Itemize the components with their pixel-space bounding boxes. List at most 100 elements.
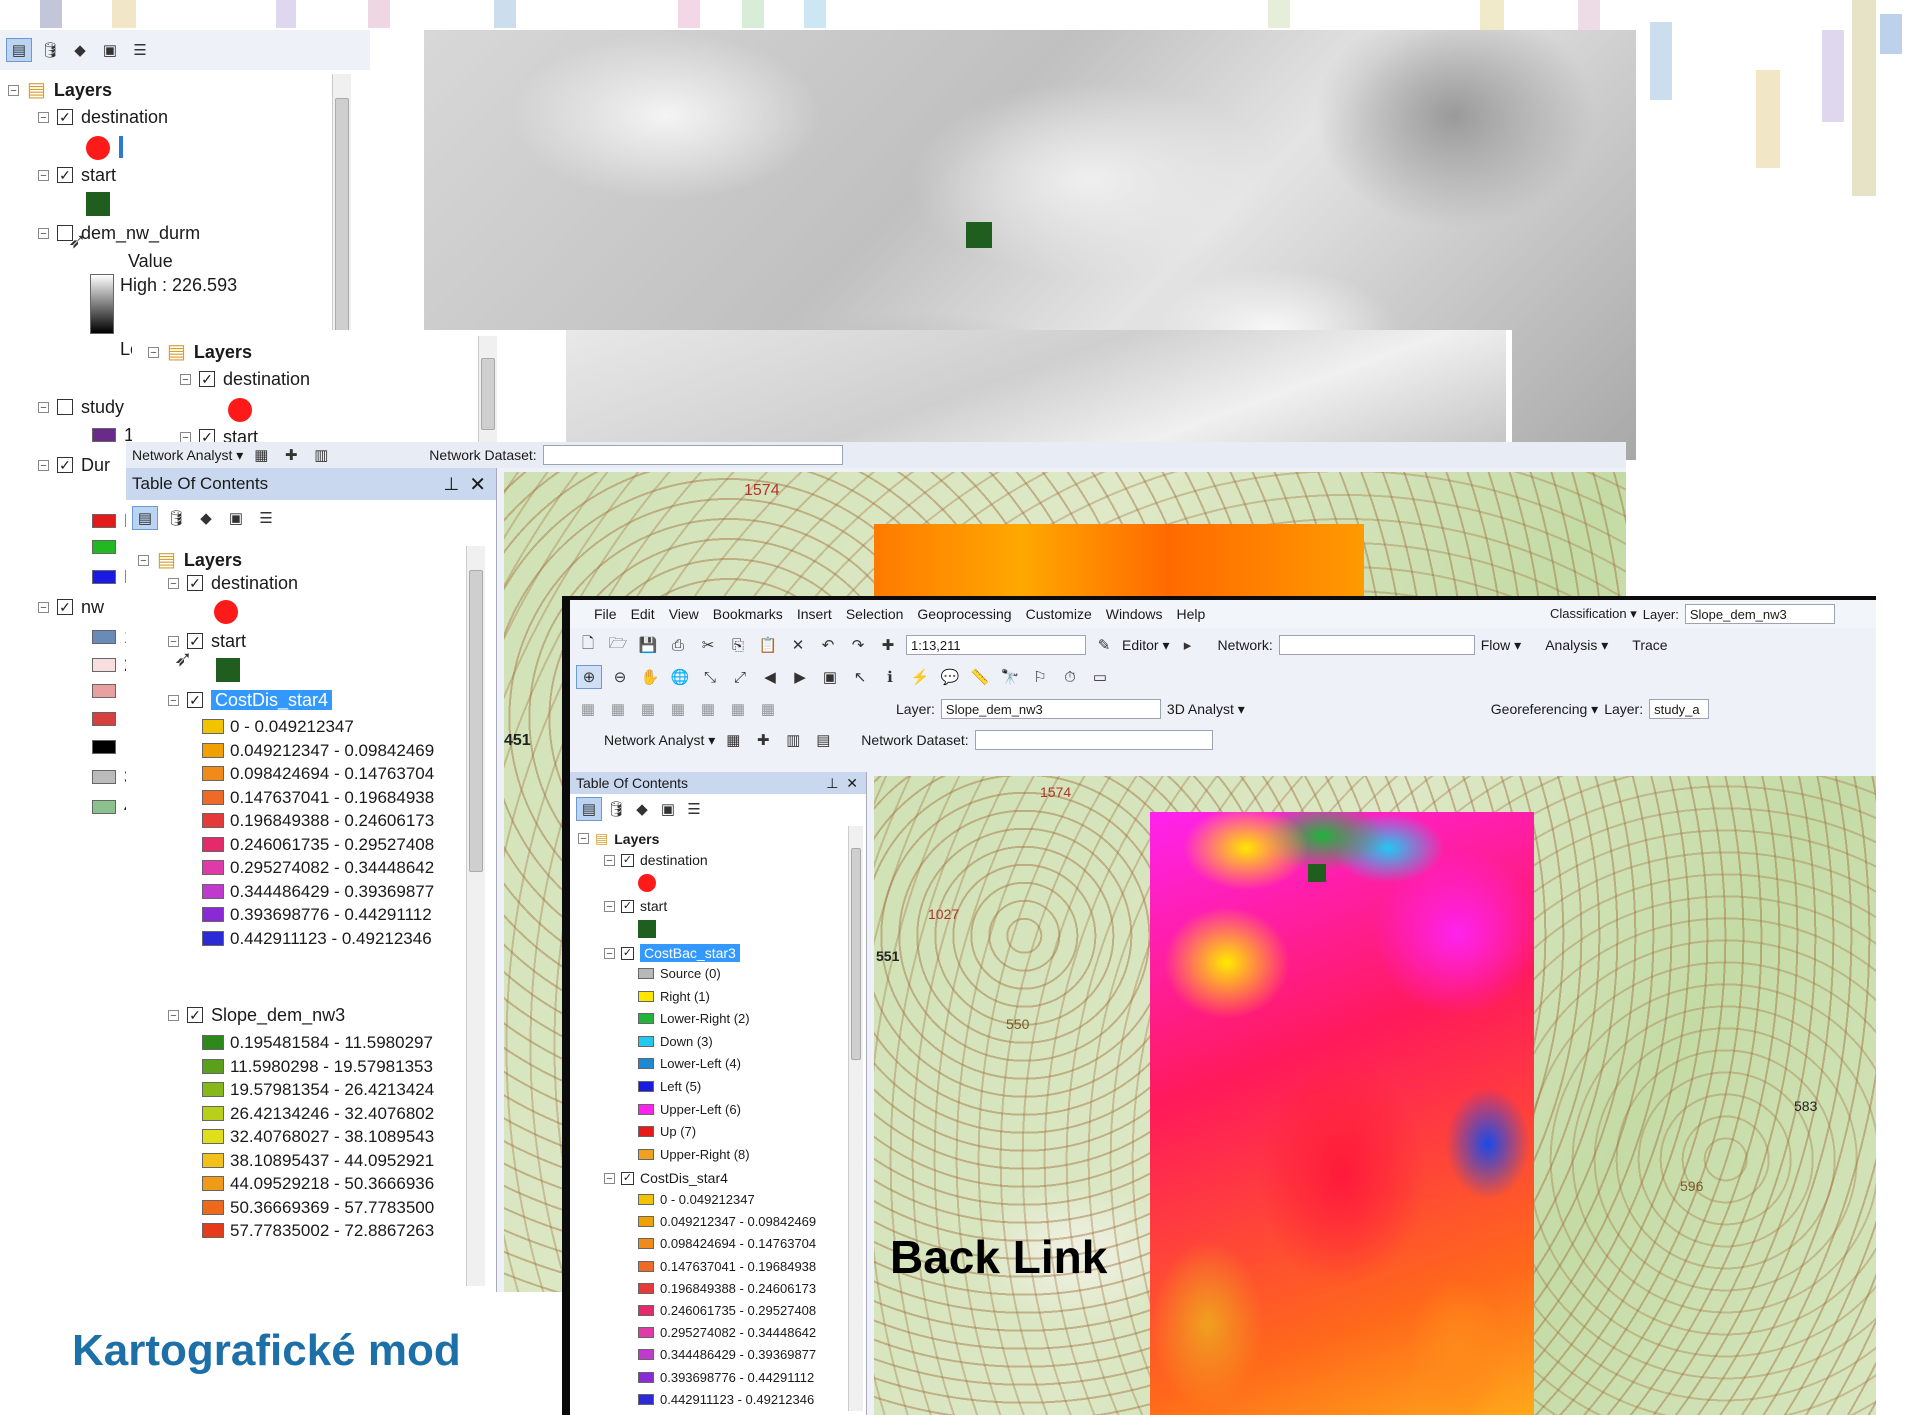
collapse-icon[interactable]: − [38,459,49,471]
collapse-icon[interactable]: − [138,554,149,566]
classification-menu[interactable]: Classification ▾ [1550,606,1637,622]
fixed-zoom-out-icon[interactable]: ⤢ [728,666,752,688]
collapse-icon[interactable]: − [38,169,49,181]
visibility-checkbox[interactable]: ✓ [57,167,73,183]
options-icon[interactable]: ☰ [128,39,152,61]
list-by-drawing-order-icon[interactable]: ▤ [132,506,158,530]
select-features-icon[interactable]: ▣ [818,666,842,688]
analysis-menu[interactable]: Analysis ▾ [1545,637,1608,654]
layer-costback[interactable]: − ✓ CostBac_star3 [604,944,740,962]
menu-item-geoprocessing[interactable]: Geoprocessing [917,606,1011,622]
open-icon[interactable]: 🗁 [606,634,630,656]
network-dataset-combo[interactable] [542,445,843,465]
zoom-in-icon[interactable]: ⊕ [576,665,602,689]
tool-icon[interactable]: ▦ [726,698,750,720]
collapse-icon[interactable]: − [604,947,615,959]
scroll-thumb[interactable] [481,358,495,430]
redo-icon[interactable]: ↷ [846,634,870,656]
flow-menu[interactable]: Flow ▾ [1481,637,1521,654]
collapse-icon[interactable]: − [168,577,179,589]
editor-toolbar-icon[interactable]: ✎ [1092,634,1116,656]
close-icon[interactable]: ✕ [846,775,858,792]
layer-dur[interactable]: − ✓ Dur [38,456,110,474]
visibility-checkbox[interactable]: ✓ [57,109,73,125]
visibility-checkbox[interactable]: ✓ [621,946,634,960]
menu-item-insert[interactable]: Insert [797,606,832,622]
network-analyst-menu[interactable]: Network Analyst ▾ [132,447,243,464]
new-icon[interactable]: 🗋 [576,634,600,656]
editor-menu[interactable]: Editor ▾ [1122,637,1170,654]
menu-item-customize[interactable]: Customize [1026,606,1092,622]
menu-item-help[interactable]: Help [1177,606,1206,622]
layer-costdis[interactable]: − ✓ CostDis_star4 [168,690,333,710]
visibility-checkbox[interactable]: ✓ [621,1171,634,1185]
visibility-checkbox[interactable]: ✓ [187,575,203,591]
back-icon[interactable]: ◀ [758,666,782,688]
solve-icon[interactable]: ▤ [811,729,835,751]
tool-icon[interactable]: ▦ [696,698,720,720]
add-data-icon[interactable]: ✚ [876,634,900,656]
layer-destination[interactable]: − ✓ destination [168,574,298,592]
collapse-icon[interactable]: − [604,1172,615,1184]
visibility-checkbox[interactable]: ✓ [199,371,215,387]
layer-costdis[interactable]: − ✓ CostDis_star4 [604,1170,728,1186]
pan-icon[interactable]: ✋ [638,666,662,688]
visibility-checkbox[interactable]: ✓ [187,692,203,708]
save-icon[interactable]: 💾 [636,634,660,656]
viewer-icon[interactable]: ▭ [1088,666,1112,688]
list-by-selection-icon[interactable]: ▣ [224,507,248,529]
collapse-icon[interactable]: − [38,601,49,613]
hyperlink-icon[interactable]: ⚡ [908,666,932,688]
list-by-selection-icon[interactable]: ▣ [656,798,680,820]
create-icon[interactable]: ✚ [751,729,775,751]
network-combo[interactable] [1278,635,1475,655]
cut-icon[interactable]: ✂ [696,634,720,656]
build-icon[interactable]: ▥ [309,444,333,466]
map-scale-input[interactable]: 1:13,211 [906,635,1086,655]
list-by-drawing-order-icon[interactable]: ▤ [6,38,32,62]
layer-start[interactable]: − ✓ start [38,166,116,184]
collapse-icon[interactable]: − [604,900,615,912]
route-icon[interactable]: ⚐ [1028,666,1052,688]
collapse-icon[interactable]: − [604,854,615,866]
layer-select[interactable]: Slope_dem_nw3 [940,699,1161,719]
scroll-thumb[interactable] [851,848,861,1060]
copy-icon[interactable]: ⎘ [726,634,750,656]
time-slider-icon[interactable]: ⏱ [1058,666,1082,688]
list-by-visibility-icon[interactable]: ◆ [194,507,218,529]
list-by-drawing-order-icon[interactable]: ▤ [576,797,602,821]
paste-icon[interactable]: 📋 [756,634,780,656]
collapse-icon[interactable]: − [180,431,191,443]
3d-analyst-menu[interactable]: 3D Analyst ▾ [1167,701,1245,718]
georeferencing-menu[interactable]: Georeferencing ▾ [1491,701,1598,718]
layer-study[interactable]: − study [38,398,124,416]
layer-nw[interactable]: − ✓ nw [38,598,104,616]
list-by-source-icon[interactable]: 🛢 [38,39,62,61]
options-icon[interactable]: ☰ [682,798,706,820]
menu-item-view[interactable]: View [669,606,699,622]
layer-destination[interactable]: − ✓ destination [180,370,310,388]
pin-icon[interactable]: ⊥ [444,474,460,495]
options-icon[interactable]: ☰ [254,507,278,529]
layers-group[interactable]: − ▤ Layers [148,342,252,362]
network-analyst-menu[interactable]: Network Analyst ▾ [604,732,715,749]
layer-slope[interactable]: − ✓ Slope_dem_nw3 [168,1006,345,1024]
fixed-zoom-in-icon[interactable]: ⤡ [698,666,722,688]
layer-select[interactable]: study_a [1649,699,1710,719]
delete-icon[interactable]: ✕ [786,634,810,656]
undo-icon[interactable]: ↶ [816,634,840,656]
close-icon[interactable]: ✕ [469,472,486,497]
layers-group[interactable]: − ▤ Layers [138,550,242,570]
menu-item-file[interactable]: File [594,606,617,622]
identify-icon[interactable]: ℹ [878,666,902,688]
list-by-selection-icon[interactable]: ▣ [98,39,122,61]
visibility-checkbox[interactable]: ✓ [57,457,73,473]
collapse-icon[interactable]: − [38,111,49,123]
menu-item-bookmarks[interactable]: Bookmarks [713,606,783,622]
menu-item-selection[interactable]: Selection [846,606,904,622]
network-dataset-combo[interactable] [974,730,1213,750]
collapse-icon[interactable]: − [578,833,589,845]
toc-scrollbar[interactable] [478,336,497,450]
collapse-icon[interactable]: − [148,346,159,358]
visibility-checkbox[interactable]: ✓ [621,899,634,913]
